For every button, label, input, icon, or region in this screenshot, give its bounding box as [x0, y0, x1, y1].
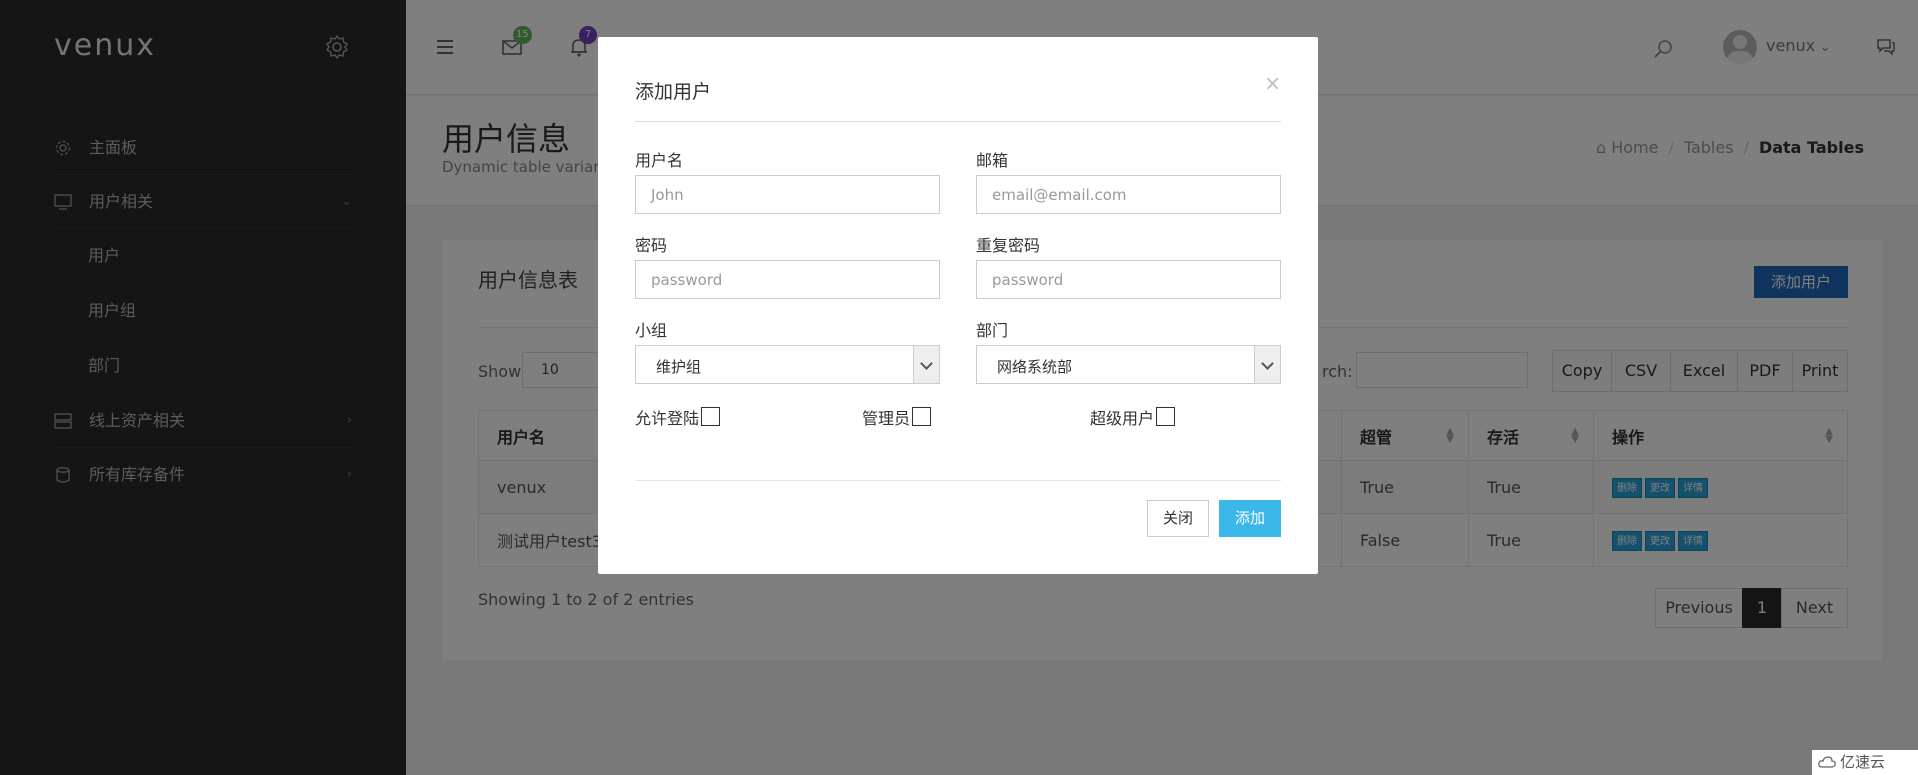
username-label: 用户名 [635, 151, 684, 170]
watermark: 亿速云 [1812, 750, 1918, 775]
email-label: 邮箱 [976, 151, 1009, 170]
close-icon[interactable]: × [1264, 71, 1281, 95]
username-input[interactable]: John [635, 175, 940, 214]
confirm-password-label: 重复密码 [976, 236, 1041, 255]
submit-add-button[interactable]: 添加 [1219, 500, 1281, 537]
watermark-text: 亿速云 [1840, 753, 1886, 771]
department-select-value: 网络系统部 [997, 358, 1073, 376]
superuser-field: 超级用户 [1090, 405, 1176, 429]
admin-checkbox[interactable] [912, 407, 932, 426]
confirm-password-input[interactable]: password [976, 260, 1281, 299]
close-button[interactable]: 关闭 [1147, 500, 1209, 537]
chevron-down-icon [913, 346, 939, 383]
password-input[interactable]: password [635, 260, 940, 299]
department-select[interactable]: 网络系统部 [976, 345, 1281, 384]
allow-login-checkbox[interactable] [701, 407, 721, 426]
group-select[interactable]: 维护组 [635, 345, 940, 384]
admin-label: 管理员 [862, 409, 911, 428]
allow-login-label: 允许登陆 [635, 409, 700, 428]
admin-field: 管理员 [862, 405, 932, 429]
cloud-logo-icon [1818, 756, 1836, 768]
superuser-checkbox[interactable] [1156, 407, 1176, 426]
group-select-value: 维护组 [656, 358, 702, 376]
password-label: 密码 [635, 236, 668, 255]
divider [635, 121, 1281, 122]
department-label: 部门 [976, 321, 1009, 340]
email-input[interactable]: email@email.com [976, 175, 1281, 214]
divider [635, 480, 1281, 481]
chevron-down-icon [1254, 346, 1280, 383]
modal-title: 添加用户 [635, 81, 712, 103]
superuser-label: 超级用户 [1090, 409, 1155, 428]
group-label: 小组 [635, 321, 668, 340]
allow-login-field: 允许登陆 [635, 405, 721, 429]
add-user-modal: 添加用户 × 用户名 John 邮箱 email@email.com 密码 pa… [598, 37, 1318, 574]
